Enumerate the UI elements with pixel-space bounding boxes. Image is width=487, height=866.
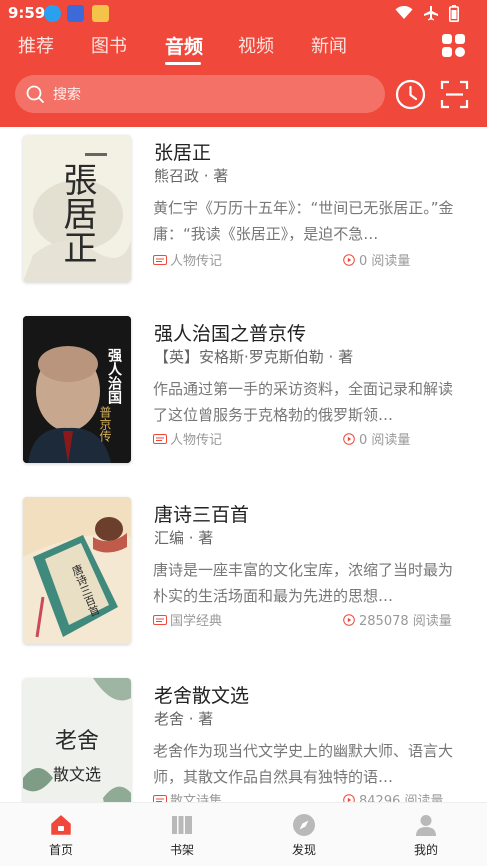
cover-subtitle: 散文选 — [53, 765, 101, 784]
book-read-count: 0 阅读量 — [343, 429, 410, 448]
cover-title: 强人治国 — [106, 348, 122, 405]
book-author: 老舍 · 著 — [154, 710, 214, 728]
book-description: 黄仁宇《万历十五年》：“世间已无张居正。”金庸：“我读《张居正》，是迫不急… — [153, 199, 454, 243]
book-meta: 散文诗集 84296 阅读量 — [153, 790, 465, 802]
book-read-count-label: 285078 阅读量 — [359, 614, 452, 629]
book-read-count-label: 0 阅读量 — [359, 433, 411, 448]
top-header: 9:59 推荐 图书 音频 视频 新闻 搜索 — [0, 0, 487, 127]
book-read-count: 84296 阅读量 — [343, 790, 444, 802]
book-author: 汇编 · 著 — [154, 529, 214, 547]
wifi-icon — [395, 6, 413, 19]
airplane-icon — [424, 6, 438, 21]
book-author: 【英】安格斯·罗克斯伯勒 · 著 — [154, 348, 354, 366]
category-tag-icon — [153, 794, 167, 802]
book-title: 唐诗三百首 — [154, 504, 250, 526]
book-meta: 人物传记 0 阅读量 — [153, 429, 465, 448]
tab-audio[interactable]: 音频 — [165, 32, 203, 59]
nav-home[interactable]: 首页 — [31, 813, 91, 863]
active-tab-indicator — [165, 62, 201, 65]
status-bar: 9:59 — [0, 0, 487, 28]
book-author: 熊召政 · 著 — [154, 167, 229, 185]
book-cover: 强人治国 普京传 — [23, 316, 131, 463]
category-tag-icon — [153, 614, 167, 625]
category-tabs: 推荐 图书 音频 视频 新闻 — [0, 30, 430, 68]
play-count-icon — [343, 432, 355, 445]
home-icon — [51, 815, 71, 835]
book-title: 张居正 — [154, 142, 212, 164]
tab-news[interactable]: 新闻 — [311, 32, 347, 58]
book-list-item[interactable]: 唐诗三百首 唐诗三百首 汇编 · 著 唐诗是一座丰富的文化宝库，浓缩了当时最为朴… — [0, 497, 487, 647]
tab-video[interactable]: 视频 — [238, 32, 274, 58]
book-title: 老舍散文选 — [154, 685, 250, 707]
book-read-count-label: 84296 阅读量 — [359, 794, 444, 802]
system-icons — [395, 4, 459, 22]
book-cover: 老舍 散文选 — [23, 678, 131, 802]
category-tag-icon — [153, 433, 167, 444]
book-category: 散文诗集 — [153, 790, 222, 802]
cover-title: 張居正 — [57, 162, 97, 264]
book-category-label: 散文诗集 — [170, 794, 223, 802]
bookshelf-icon — [172, 816, 192, 834]
notification-app-icon — [92, 5, 109, 22]
cover-art: 强人治国 普京传 — [23, 316, 131, 463]
book-read-count: 0 阅读量 — [343, 250, 410, 269]
search-placeholder: 搜索 — [53, 87, 81, 103]
book-category: 人物传记 — [153, 250, 222, 269]
book-description: 作品通过第一手的采访资料，全面记录和解读了这位曾服务于克格勃的俄罗斯领… — [153, 380, 454, 424]
nav-profile-label: 我的 — [413, 843, 438, 857]
category-tag-icon — [153, 254, 167, 265]
history-clock-icon[interactable] — [395, 79, 426, 110]
book-title: 强人治国之普京传 — [154, 323, 307, 345]
book-read-count-label: 0 阅读量 — [359, 254, 411, 269]
scan-icon[interactable] — [440, 80, 469, 109]
cover-art: 唐诗三百首 — [23, 497, 131, 644]
nav-home-label: 首页 — [48, 843, 73, 857]
search-bar[interactable]: 搜索 — [15, 75, 385, 113]
play-count-icon — [343, 613, 355, 626]
profile-icon — [416, 815, 436, 836]
cover-art: 張居正 — [23, 135, 131, 282]
book-category-label: 国学经典 — [170, 614, 223, 629]
book-category-label: 人物传记 — [170, 433, 223, 448]
nav-bookshelf[interactable]: 书架 — [152, 813, 212, 863]
category-grid-icon[interactable] — [441, 33, 466, 58]
book-description: 老舍作为现当代文学史上的幽默大师、语言大师，其散文作品自然具有独特的语… — [153, 742, 454, 786]
tab-books[interactable]: 图书 — [91, 32, 127, 58]
search-icon — [26, 85, 44, 103]
nav-profile[interactable]: 我的 — [396, 813, 456, 863]
book-list-item[interactable]: 張居正 张居正 熊召政 · 著 黄仁宇《万历十五年》：“世间已无张居正。”金庸：… — [0, 135, 487, 285]
book-category-label: 人物传记 — [170, 254, 223, 269]
compass-icon — [293, 814, 315, 836]
nav-bookshelf-label: 书架 — [169, 843, 194, 857]
nav-discover[interactable]: 发现 — [274, 813, 334, 863]
book-description: 唐诗是一座丰富的文化宝库，浓缩了当时最为朴实的生活场面和最为先进的思想… — [153, 561, 454, 605]
cover-art: 老舍 散文选 — [23, 678, 131, 802]
book-category: 国学经典 — [153, 610, 222, 629]
battery-icon — [449, 4, 459, 22]
play-count-icon — [343, 793, 355, 802]
book-list-item[interactable]: 强人治国 普京传 强人治国之普京传 【英】安格斯·罗克斯伯勒 · 著 作品通过第… — [0, 316, 487, 466]
book-cover: 唐诗三百首 — [23, 497, 131, 644]
cover-title: 老舍 — [55, 729, 99, 754]
book-category: 人物传记 — [153, 429, 222, 448]
book-read-count: 285078 阅读量 — [343, 610, 452, 629]
book-cover: 張居正 — [23, 135, 131, 282]
book-meta: 国学经典 285078 阅读量 — [153, 610, 465, 629]
play-count-icon — [343, 253, 355, 266]
book-meta: 人物传记 0 阅读量 — [153, 250, 465, 269]
status-time: 9:59 — [8, 4, 46, 22]
book-list: 張居正 张居正 熊召政 · 著 黄仁宇《万历十五年》：“世间已无张居正。”金庸：… — [0, 127, 487, 802]
notification-app-icon — [44, 5, 61, 22]
book-list-item[interactable]: 老舍 散文选 老舍散文选 老舍 · 著 老舍作为现当代文学史上的幽默大师、语言大… — [0, 678, 487, 802]
notification-app-icon — [67, 5, 84, 22]
bottom-navigation: 首页 书架 发现 我的 — [0, 802, 487, 866]
cover-subtitle: 普京传 — [98, 406, 112, 442]
tab-recommend[interactable]: 推荐 — [18, 32, 54, 58]
nav-discover-label: 发现 — [291, 843, 316, 857]
